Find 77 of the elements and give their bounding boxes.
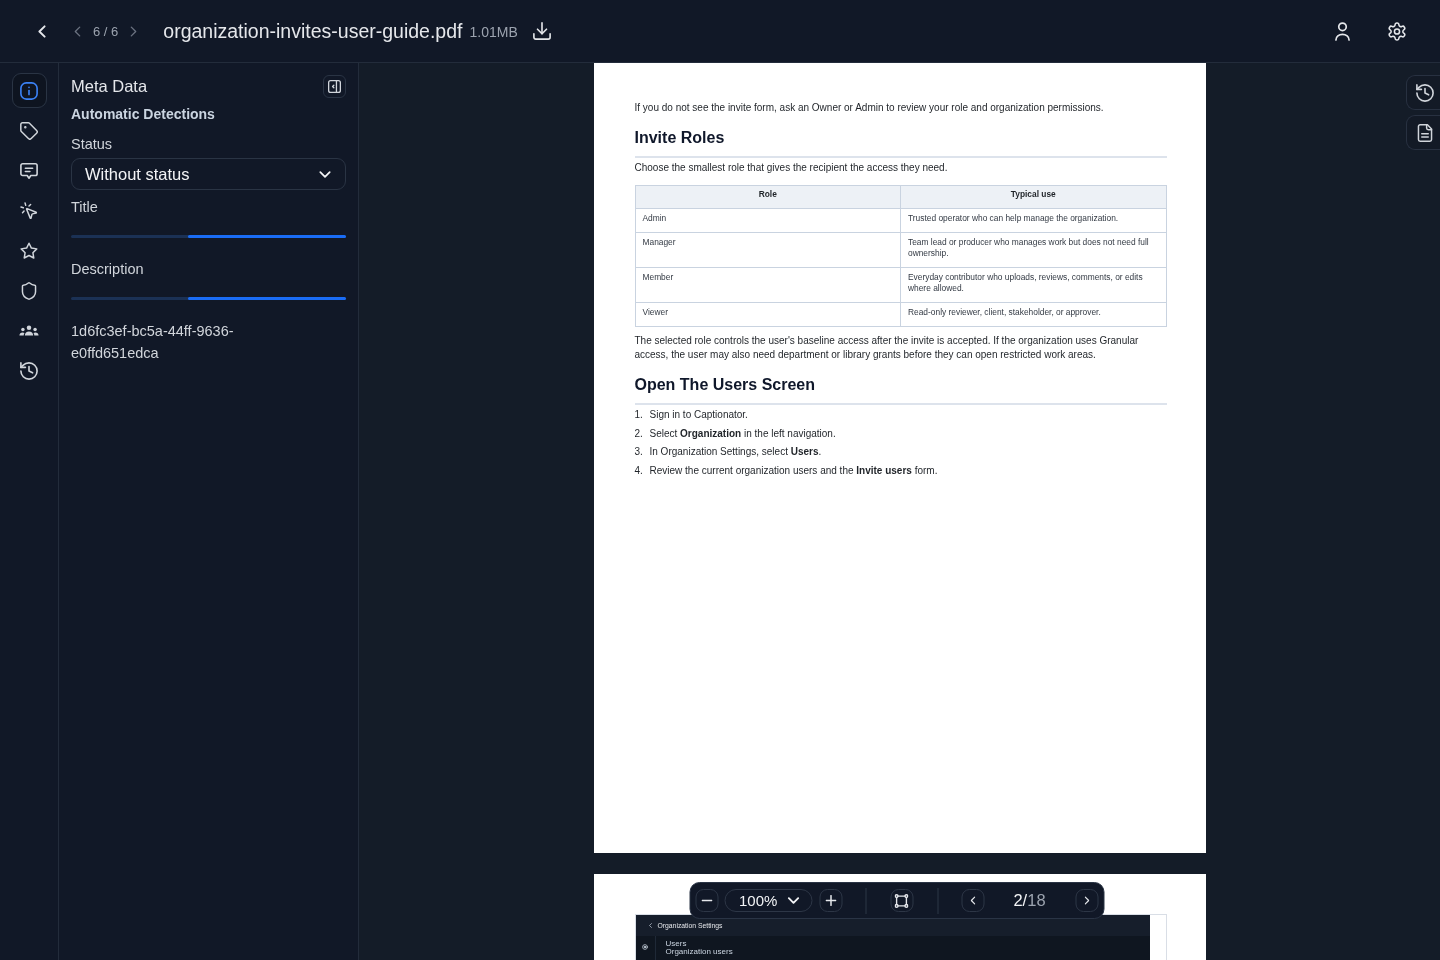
table-cell: Admin <box>635 208 901 233</box>
screenshot-text: Organization users <box>665 948 733 956</box>
cursor-click-icon <box>20 201 38 220</box>
chevron-down-icon <box>787 897 799 904</box>
list-item-text: Select Organization in the left navigation. <box>649 426 836 441</box>
zoom-select[interactable]: 100% <box>724 889 812 912</box>
list-number: 4. <box>634 463 644 478</box>
field-label: Status <box>71 135 113 154</box>
account-button[interactable] <box>1335 21 1350 41</box>
shield-icon <box>20 281 38 300</box>
table-cell: Team lead or producer who manages work but does not need full ownership. <box>900 232 1166 268</box>
paragraph: Choose the smallest role that gives the recipient the access they need. <box>634 161 948 175</box>
list-number: 3. <box>634 445 644 459</box>
document-button[interactable] <box>1406 115 1440 150</box>
history-icon <box>20 361 38 380</box>
page-indicator: 2/18 <box>1012 891 1047 910</box>
chevron-left-icon <box>38 24 46 38</box>
chevron-left-icon <box>970 896 975 905</box>
document-icon <box>1415 123 1434 142</box>
field-label: Description <box>71 260 144 279</box>
list-number: 2. <box>634 426 644 441</box>
fit-page-button[interactable] <box>890 889 913 912</box>
table-cell: Read-only reviewer, client, stakeholder, or approver. <box>900 302 1166 327</box>
previous-file-button[interactable] <box>74 25 81 37</box>
table-cell: Viewer <box>635 302 901 327</box>
file-counter: 6 / 6 <box>93 23 119 39</box>
info-tab[interactable] <box>11 73 47 108</box>
frame-corners-icon <box>894 893 909 908</box>
screenshot-text: Users <box>665 940 687 948</box>
section-title: Automatic Detections <box>71 105 215 124</box>
download-button[interactable] <box>532 22 551 40</box>
settings-icon <box>1388 21 1406 41</box>
table-cell: Manager <box>635 232 901 268</box>
star-icon <box>20 241 38 260</box>
download-icon <box>532 22 551 40</box>
list-number: 1. <box>634 408 644 422</box>
history-button[interactable] <box>1406 75 1440 110</box>
status-select[interactable]: Without status <box>71 158 346 190</box>
circle-icon <box>642 944 648 950</box>
chevron-right-icon <box>130 25 138 37</box>
section-heading: Open The Users Screen <box>634 375 815 395</box>
back-button[interactable] <box>38 24 46 38</box>
document-id: 1d6fc3ef-bc5a-44ff-9636-e0ffd651edca <box>71 322 235 363</box>
panel-title: Meta Data <box>71 77 148 96</box>
field-label: Title <box>71 198 98 217</box>
file-size: 1.01MB <box>469 24 518 40</box>
chevron-left-icon <box>648 923 652 928</box>
table-cell: Member <box>635 267 901 303</box>
zoom-in-button[interactable] <box>819 889 842 912</box>
table-header-cell: Role <box>635 185 901 209</box>
chevron-down-icon <box>319 170 331 178</box>
tag-icon <box>20 121 38 140</box>
speech-bubble-icon <box>20 161 38 180</box>
chevron-right-icon <box>1084 896 1089 905</box>
list-item-text: Review the current organization users and the Invite users form. <box>649 463 938 478</box>
next-file-button[interactable] <box>130 25 138 37</box>
list-item-text: Sign in to Captionator. <box>649 408 748 422</box>
list-item-text: In Organization Settings, select Users. <box>649 445 822 459</box>
user-icon <box>1335 21 1350 41</box>
table-cell: Everyday contributor who uploads, reviews, comments, or edits where allowed. <box>900 267 1166 303</box>
previous-page-button[interactable] <box>961 889 984 912</box>
history-icon <box>1415 83 1434 102</box>
users-icon <box>19 325 39 336</box>
section-heading: Invite Roles <box>634 128 725 148</box>
paragraph: If you do not see the invite form, ask an Owner or Admin to review your role and organization permissions. <box>634 101 1104 115</box>
table-cell: Trusted operator who can help manage the organization. <box>900 208 1166 233</box>
paragraph: The selected role controls the user's baseline access after the invite is accepted. If the organization uses Granular access, the user may also need department or library grants before they can open restricted work areas. <box>634 334 1140 362</box>
side-panel-icon <box>328 80 341 93</box>
file-name: organization-invites-user-guide.pdf <box>163 19 463 43</box>
collapse-panel-button[interactable] <box>323 75 346 98</box>
info-icon <box>20 81 38 100</box>
next-page-button[interactable] <box>1075 889 1098 912</box>
table-header-cell: Typical use <box>900 185 1166 209</box>
chevron-left-icon <box>74 25 81 37</box>
settings-button[interactable] <box>1388 21 1406 41</box>
minus-icon <box>701 899 712 902</box>
plus-icon <box>825 895 836 906</box>
